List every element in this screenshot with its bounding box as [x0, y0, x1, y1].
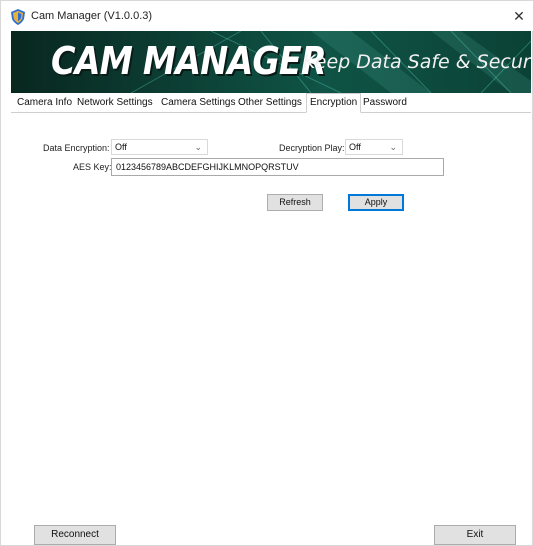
- header-banner: CAM MANAGER Keep Data Safe & Secure: [11, 31, 531, 93]
- tab-camera-info[interactable]: Camera Info: [17, 95, 72, 113]
- tab-network-settings[interactable]: Network Settings: [77, 95, 153, 113]
- reconnect-button[interactable]: Reconnect: [34, 525, 116, 545]
- apply-button[interactable]: Apply: [348, 194, 404, 211]
- title-bar: Cam Manager (V1.0.0.3) ✕: [1, 1, 533, 31]
- banner-tagline: Keep Data Safe & Secure: [303, 51, 531, 73]
- exit-button[interactable]: Exit: [434, 525, 516, 545]
- aes-key-label: AES Key:: [73, 162, 112, 172]
- chevron-down-icon: ⌄: [389, 142, 397, 152]
- banner-logo: CAM MANAGER: [51, 39, 327, 83]
- data-encryption-label: Data Encryption:: [43, 143, 110, 153]
- chevron-down-icon: ⌄: [194, 142, 202, 152]
- data-encryption-select[interactable]: Off ⌄: [111, 139, 208, 155]
- tab-camera-settings[interactable]: Camera Settings: [161, 95, 235, 113]
- tab-encryption[interactable]: Encryption: [306, 93, 362, 113]
- app-window: Cam Manager (V1.0.0.3) ✕ CAM MANAGER Kee…: [0, 0, 533, 546]
- tab-other-settings[interactable]: Other Settings: [238, 95, 302, 113]
- tab-bar: Camera Info Network Settings Camera Sett…: [11, 93, 531, 113]
- decryption-play-select[interactable]: Off ⌄: [345, 139, 403, 155]
- refresh-button[interactable]: Refresh: [267, 194, 323, 211]
- tab-password[interactable]: Password: [363, 95, 407, 113]
- decryption-play-value: Off: [349, 142, 361, 152]
- close-icon[interactable]: ✕: [504, 1, 533, 31]
- encryption-panel: Data Encryption: Off ⌄ Decryption Play: …: [11, 113, 531, 515]
- window-title: Cam Manager (V1.0.0.3): [31, 10, 153, 22]
- shield-icon: [11, 9, 25, 25]
- aes-key-input[interactable]: 0123456789ABCDEFGHIJKLMNOPQRSTUV: [111, 158, 444, 176]
- data-encryption-value: Off: [115, 142, 127, 152]
- decryption-play-label: Decryption Play:: [279, 143, 345, 153]
